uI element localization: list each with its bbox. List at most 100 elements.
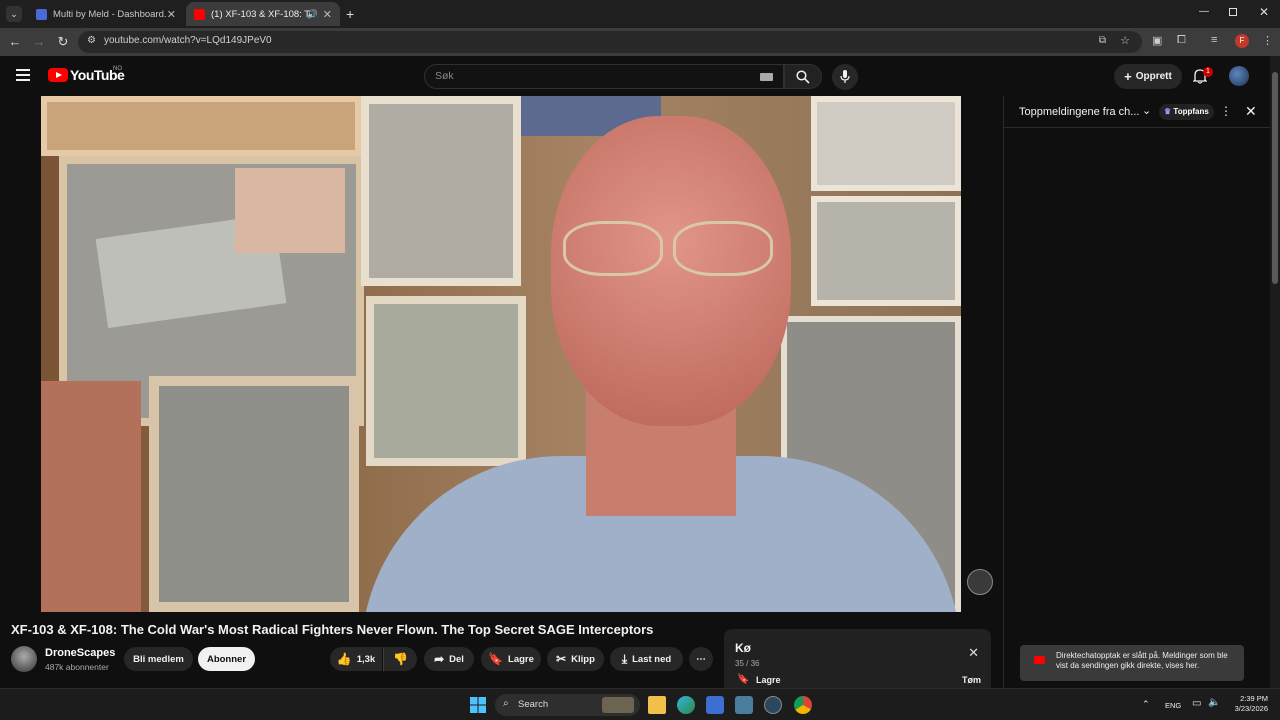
close-chat-icon[interactable]: ✕ <box>1245 103 1257 120</box>
share-label: Del <box>449 653 464 665</box>
hamburger-menu-icon[interactable] <box>16 69 30 81</box>
plus-icon: + <box>1124 69 1132 84</box>
live-chat-panel: Toppmeldingene fra ch... ⌄ ♛ Toppfans ⋮ … <box>1003 96 1270 688</box>
more-options-icon[interactable]: ⋮ <box>1220 104 1232 118</box>
extensions-puzzle-icon[interactable]: ⧠ <box>1177 34 1186 47</box>
microphone-icon <box>840 70 850 83</box>
notification-count-badge: 1 <box>1203 67 1213 77</box>
audio-playing-icon[interactable]: 🔊 <box>307 9 318 20</box>
scissors-icon: ✂ <box>556 652 567 666</box>
thumbs-down-icon: 👎 <box>393 652 408 666</box>
close-tab-icon[interactable]: ✕ <box>323 8 332 21</box>
youtube-favicon-icon <box>194 8 205 20</box>
forward-icon[interactable]: → <box>31 34 47 50</box>
close-queue-icon[interactable]: ✕ <box>968 645 979 661</box>
taskbar-search[interactable]: ⌕ Search <box>495 694 640 716</box>
tab-list-icon[interactable]: ⌄ <box>6 6 22 22</box>
share-button[interactable]: ➦ Del <box>424 647 474 671</box>
chevron-down-icon[interactable]: ⌄ <box>1142 104 1151 117</box>
steam-icon[interactable] <box>764 696 782 714</box>
chrome-icon[interactable] <box>794 696 812 714</box>
install-app-icon[interactable]: ⧉ <box>1099 35 1106 46</box>
browser-tab-bar: ⌄ Multi by Meld - Dashboard. ✕ (1) XF-10… <box>0 0 1280 28</box>
site-info-icon[interactable]: ⚙ <box>87 35 96 46</box>
search-button[interactable] <box>784 64 822 89</box>
page-scrollbar[interactable] <box>1270 56 1280 688</box>
download-label: Last ned <box>632 653 672 665</box>
browser-menu-icon[interactable]: ⋮ <box>1262 34 1273 47</box>
url-text: youtube.com/watch?v=LQd149JPeV0 <box>104 35 272 46</box>
close-tab-icon[interactable]: ✕ <box>167 8 176 21</box>
region-code: NO <box>113 66 122 72</box>
channel-avatar[interactable] <box>11 646 37 672</box>
keyboard-icon[interactable] <box>760 73 773 81</box>
video-player[interactable] <box>41 96 961 612</box>
top-fans-badge[interactable]: ♛ Toppfans <box>1159 104 1214 120</box>
more-actions-button[interactable]: ⋯ <box>689 647 713 671</box>
save-button[interactable]: 🔖 Lagre <box>481 647 541 671</box>
windows-start-icon[interactable] <box>469 696 487 714</box>
create-label: Opprett <box>1135 71 1172 82</box>
search-highlight-icon <box>602 697 634 713</box>
browser-toolbar: ← → ↻ ⚙ youtube.com/watch?v=LQd149JPeV0 … <box>0 28 1280 56</box>
queue-panel: Kø 35 / 36 ✕ 🔖 Lagre Tøm <box>724 629 991 689</box>
channel-name[interactable]: DroneScapes <box>45 647 115 659</box>
minimize-button[interactable]: — <box>1199 6 1209 17</box>
watermark-icon[interactable] <box>967 569 993 595</box>
more-horizontal-icon: ⋯ <box>696 653 706 665</box>
search-input[interactable]: Søk <box>424 64 784 89</box>
clip-label: Klipp <box>571 653 595 665</box>
address-bar[interactable]: ⚙ youtube.com/watch?v=LQd149JPeV0 ⧉ ☆ <box>78 31 1142 53</box>
dislike-button[interactable]: 👎 <box>383 647 417 671</box>
notice-text: Direktechatopptak er slått på. Meldinger… <box>1056 651 1228 670</box>
create-button[interactable]: + Opprett <box>1114 64 1182 89</box>
tab-title: Multi by Meld - Dashboard. <box>53 8 167 20</box>
subscribe-label: Abonner <box>206 653 247 665</box>
browser-tab-youtube[interactable]: (1) XF-103 & XF-108: The C 🔊 ✕ <box>186 2 340 26</box>
close-window-button[interactable]: ✕ <box>1259 5 1269 19</box>
queue-title: Kø <box>735 641 751 655</box>
chat-title[interactable]: Toppmeldingene fra ch... <box>1019 106 1139 118</box>
youtube-icon <box>1034 656 1045 664</box>
chat-header: Toppmeldingene fra ch... ⌄ ♛ Toppfans ⋮ … <box>1004 96 1270 128</box>
file-explorer-icon[interactable] <box>648 696 666 714</box>
back-icon[interactable]: ← <box>7 34 23 50</box>
like-button[interactable]: 👍 1,3k <box>330 647 382 671</box>
store-icon[interactable] <box>706 696 724 714</box>
new-tab-button[interactable]: + <box>346 6 354 22</box>
extension-icon[interactable]: ▣ <box>1152 34 1162 47</box>
reading-list-icon[interactable]: ≡ <box>1211 34 1217 46</box>
video-frame-image <box>41 96 961 612</box>
browser-tab-meld[interactable]: Multi by Meld - Dashboard. ✕ <box>28 2 184 26</box>
crown-icon: ♛ <box>1164 107 1174 116</box>
account-avatar[interactable] <box>1229 66 1249 86</box>
reload-icon[interactable]: ↻ <box>55 34 71 50</box>
youtube-logo-icon[interactable] <box>48 68 68 82</box>
edge-browser-icon[interactable] <box>677 696 695 714</box>
show-hidden-icons-icon[interactable]: ⌃ <box>1142 699 1150 710</box>
queue-save-button[interactable]: Lagre <box>756 675 781 685</box>
clock-date: 3/23/2026 <box>1234 704 1268 713</box>
network-icon[interactable]: ▭ <box>1192 698 1201 709</box>
volume-icon[interactable]: 🔈 <box>1208 697 1220 708</box>
share-icon: ➦ <box>434 652 445 666</box>
taskbar-search-label: Search <box>518 699 549 710</box>
input-language[interactable]: ENG <box>1165 701 1181 710</box>
subscribe-button[interactable]: Abonner <box>198 647 255 671</box>
search-icon <box>796 70 810 84</box>
download-icon: ⤓ <box>621 651 628 666</box>
bookmark-icon[interactable]: 🔖 <box>737 674 749 685</box>
app-icon[interactable] <box>735 696 753 714</box>
restore-button[interactable] <box>1229 8 1237 16</box>
save-label: Lagre <box>508 653 534 665</box>
scrollbar-thumb[interactable] <box>1272 72 1278 284</box>
bookmark-star-icon[interactable]: ☆ <box>1120 34 1130 47</box>
download-button[interactable]: ⤓ Last ned <box>610 647 683 671</box>
clip-button[interactable]: ✂ Klipp <box>547 647 604 671</box>
join-label: Bli medlem <box>133 653 184 665</box>
voice-search-button[interactable] <box>832 64 858 90</box>
queue-clear-button[interactable]: Tøm <box>962 675 981 685</box>
profile-avatar[interactable]: F <box>1235 34 1249 48</box>
join-button[interactable]: Bli medlem <box>124 647 193 671</box>
system-clock[interactable]: 2:39 PM 3/23/2026 <box>1226 694 1268 714</box>
